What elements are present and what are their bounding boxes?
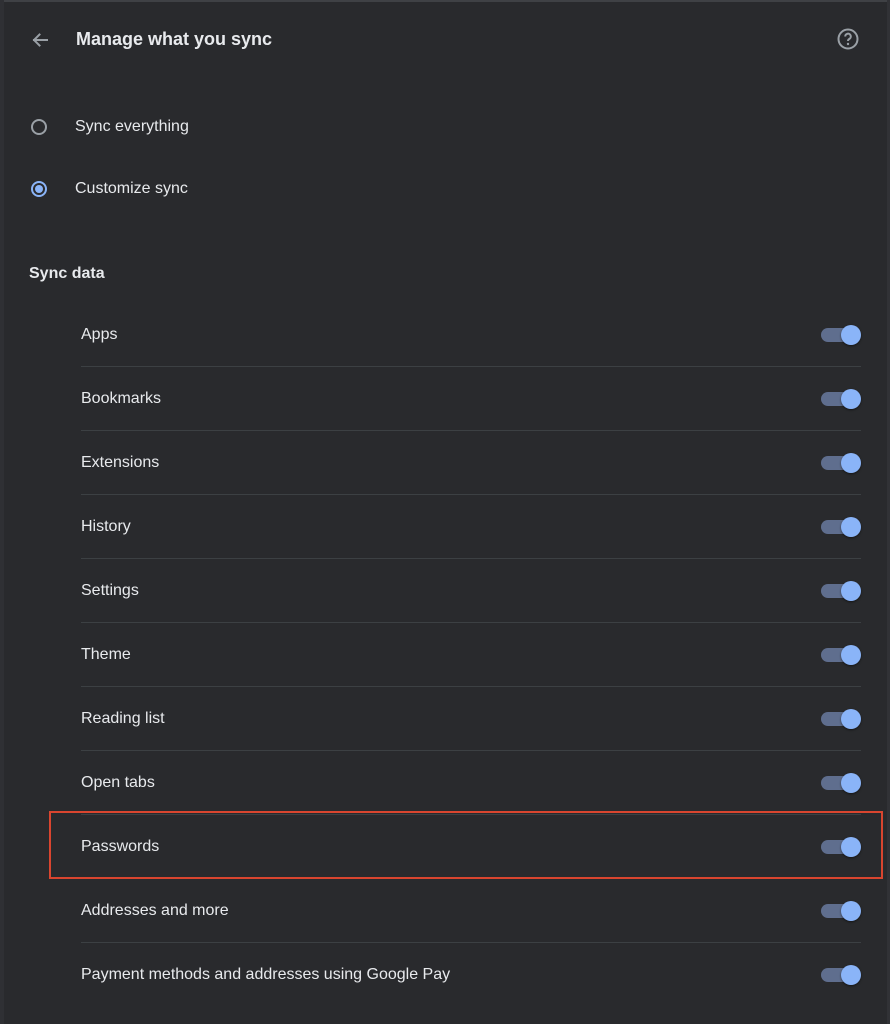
customize-sync-radio[interactable] — [31, 181, 47, 197]
sync-item-theme: Theme — [81, 623, 861, 687]
toggle-knob — [841, 388, 861, 409]
customize-sync-label: Customize sync — [75, 180, 188, 197]
sync-item-bookmarks: Bookmarks — [81, 367, 861, 431]
sync-item-apps: Apps — [81, 303, 861, 367]
settings-toggle[interactable] — [821, 579, 861, 603]
sync-item-open-tabs: Open tabs — [81, 751, 861, 815]
sync-data-list: Apps Bookmarks Extensions History Settin… — [81, 303, 861, 1006]
arrow-left-icon — [32, 33, 48, 47]
toggle-knob — [841, 708, 861, 729]
sync-item-label: History — [81, 517, 131, 535]
sync-item-label: Apps — [81, 325, 118, 343]
sync-item-passwords: Passwords — [81, 815, 861, 879]
sync-everything-label: Sync everything — [75, 118, 189, 135]
toggle-knob — [841, 836, 861, 857]
sync-item-addresses: Addresses and more — [81, 879, 861, 943]
sync-item-reading-list: Reading list — [81, 687, 861, 751]
passwords-toggle[interactable] — [821, 835, 861, 859]
sync-item-label: Reading list — [81, 709, 165, 727]
extensions-toggle[interactable] — [821, 451, 861, 475]
sync-data-heading: Sync data — [29, 265, 105, 282]
toggle-knob — [841, 452, 861, 473]
toggle-knob — [841, 644, 861, 665]
bookmarks-toggle[interactable] — [821, 387, 861, 411]
help-button[interactable] — [834, 25, 862, 53]
customize-sync-option[interactable]: Customize sync — [26, 171, 188, 207]
addresses-toggle[interactable] — [821, 899, 861, 923]
sync-item-history: History — [81, 495, 861, 559]
sync-item-payment-methods: Payment methods and addresses using Goog… — [81, 943, 861, 1006]
sync-item-label: Passwords — [81, 837, 160, 855]
sync-item-label: Theme — [81, 645, 131, 663]
sync-item-label: Settings — [81, 581, 139, 599]
sync-item-extensions: Extensions — [81, 431, 861, 495]
sync-item-label: Payment methods and addresses using Goog… — [81, 965, 451, 983]
back-button[interactable] — [24, 24, 56, 56]
reading-list-toggle[interactable] — [821, 707, 861, 731]
apps-toggle[interactable] — [821, 323, 861, 347]
toggle-knob — [841, 900, 861, 921]
page-title: Manage what you sync — [76, 29, 273, 49]
sync-item-label: Extensions — [81, 453, 160, 471]
sync-everything-option[interactable]: Sync everything — [26, 109, 189, 145]
toggle-knob — [841, 580, 861, 601]
toggle-knob — [841, 324, 861, 345]
help-circle-icon — [837, 28, 859, 50]
sync-item-label: Addresses and more — [81, 901, 229, 919]
toggle-knob — [841, 772, 861, 793]
sync-item-label: Bookmarks — [81, 389, 162, 407]
payment-methods-toggle[interactable] — [821, 963, 861, 987]
sync-item-label: Open tabs — [81, 773, 155, 791]
toggle-knob — [841, 516, 861, 537]
sync-item-settings: Settings — [81, 559, 861, 623]
history-toggle[interactable] — [821, 515, 861, 539]
page-header: Manage what you sync — [0, 0, 890, 80]
theme-toggle[interactable] — [821, 643, 861, 667]
window-left-edge — [0, 0, 4, 1024]
toggle-knob — [841, 964, 861, 985]
sync-everything-radio[interactable] — [31, 119, 47, 135]
open-tabs-toggle[interactable] — [821, 771, 861, 795]
